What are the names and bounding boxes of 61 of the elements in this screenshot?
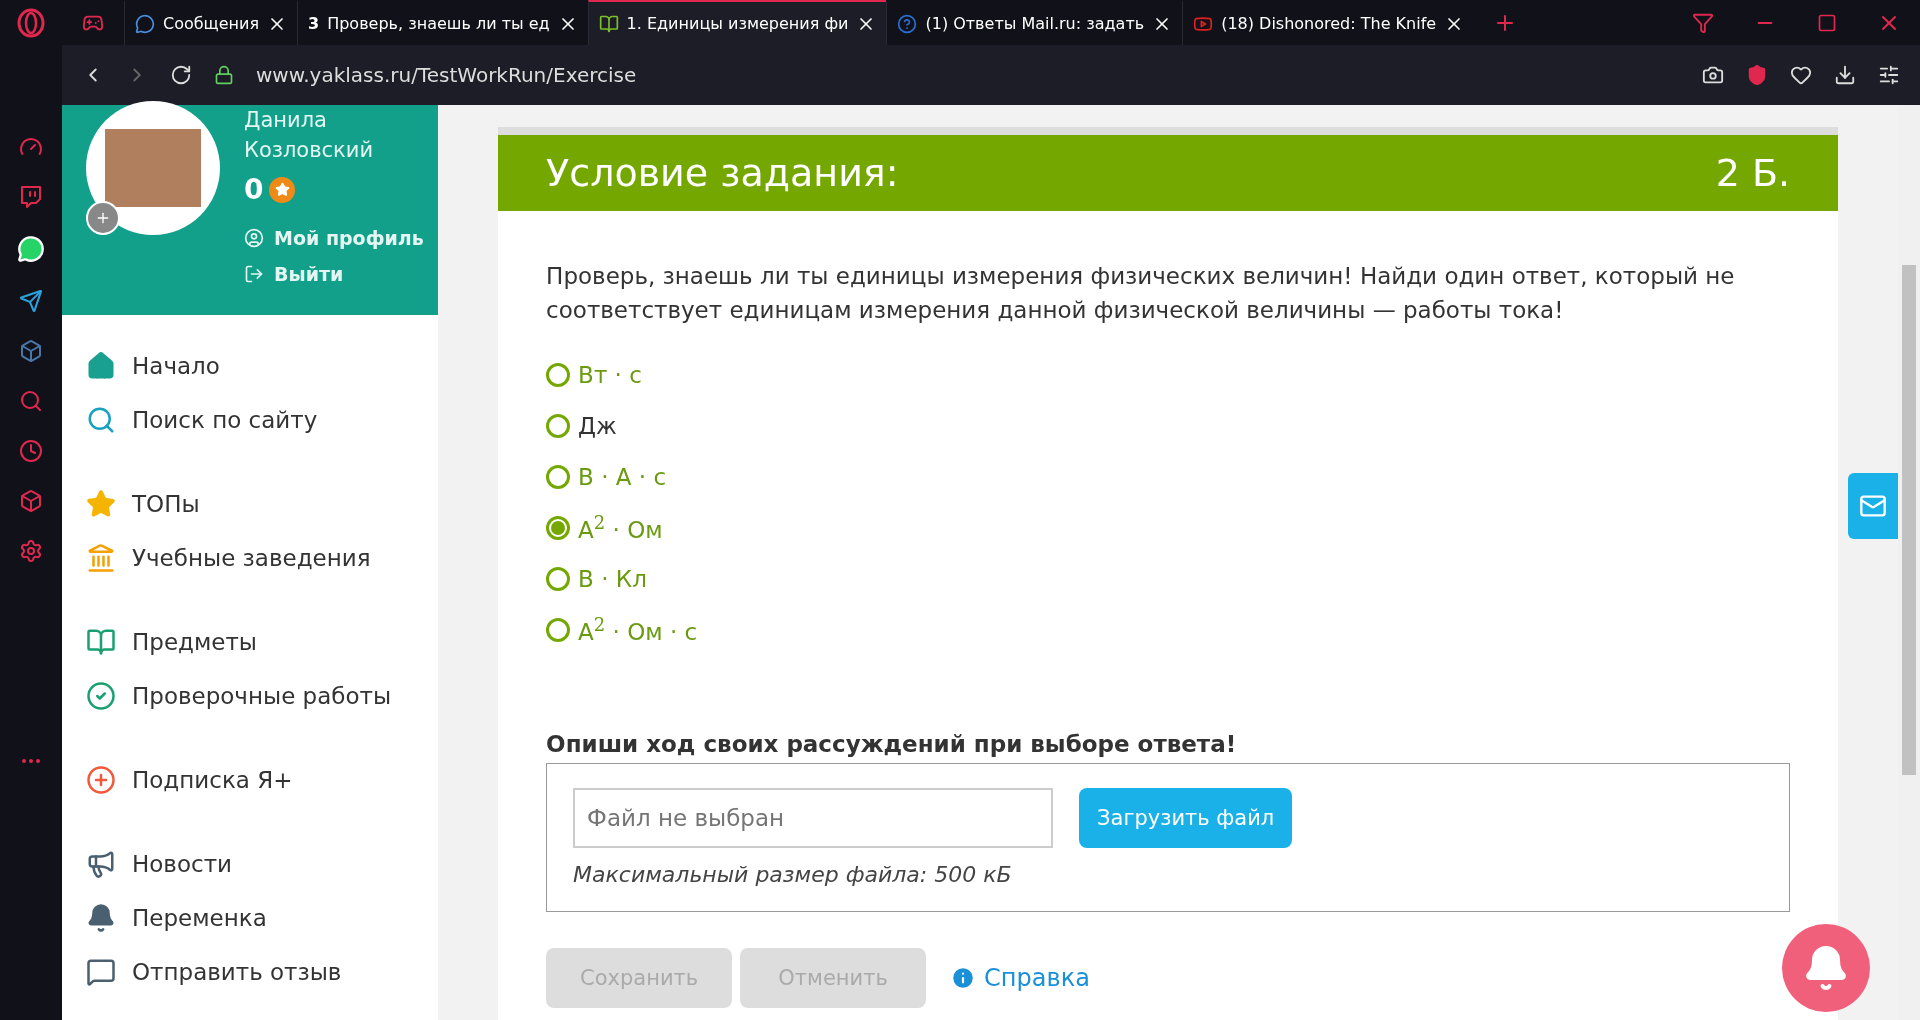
task-title: Условие задания:: [546, 151, 899, 195]
menu-item[interactable]: Переменка: [86, 891, 439, 945]
paper-plane-icon[interactable]: [19, 289, 43, 313]
settings-icon[interactable]: [1878, 64, 1900, 86]
book-icon: [86, 627, 116, 657]
check-icon: [86, 681, 116, 711]
radio-button[interactable]: [546, 413, 571, 438]
menu-item[interactable]: Подписка Я+: [86, 753, 439, 807]
opera-logo-icon[interactable]: [16, 7, 46, 38]
shield-icon[interactable]: [1746, 64, 1768, 86]
cube-icon[interactable]: [19, 489, 43, 513]
menu-item[interactable]: Начало: [86, 339, 439, 393]
download-icon[interactable]: [1834, 64, 1856, 86]
heart-icon[interactable]: [1790, 64, 1812, 86]
radio-button[interactable]: [546, 566, 571, 591]
user-icon: [244, 228, 264, 248]
menu-item[interactable]: Отправить отзыв: [86, 945, 439, 999]
coin-icon: [269, 176, 296, 203]
points-count: 0: [244, 173, 264, 206]
question-icon: [897, 13, 918, 34]
speech-bubble-icon: [86, 957, 116, 987]
radio-button[interactable]: [546, 515, 571, 540]
reload-icon[interactable]: [170, 64, 192, 86]
reasoning-title: Опиши ход своих рассуждений при выборе ответа!: [546, 731, 1238, 757]
menu-item[interactable]: Проверочные работы: [86, 669, 439, 723]
bell-icon: [86, 903, 116, 933]
search-icon: [86, 405, 116, 435]
camera-icon[interactable]: [1702, 64, 1724, 86]
megaphone-icon: [86, 849, 116, 879]
menu-item[interactable]: Предметы: [86, 615, 439, 669]
menu-item[interactable]: Поиск по сайту: [86, 393, 439, 447]
tab-number: 3: [308, 14, 320, 33]
mail-button[interactable]: [1848, 473, 1899, 539]
radio-button[interactable]: [546, 464, 571, 489]
twitch-icon[interactable]: [19, 185, 43, 209]
home-icon: [86, 351, 116, 381]
menu-item[interactable]: ТОПы: [86, 477, 439, 531]
chat-icon: [135, 13, 155, 34]
browser-tab[interactable]: 1. Единицы измерения фи: [587, 0, 887, 45]
lock-icon: [214, 65, 234, 85]
building-icon: [86, 543, 116, 573]
star-icon: [86, 489, 116, 519]
radio-button[interactable]: [546, 617, 571, 642]
filter-icon[interactable]: [1692, 11, 1714, 34]
radio-button[interactable]: [546, 362, 571, 387]
menu-item[interactable]: Учебные заведения: [86, 531, 439, 585]
plus-badge-icon: [86, 765, 116, 795]
book-icon: [598, 13, 619, 34]
scrollbar-thumb[interactable]: [1902, 265, 1917, 775]
file-size-note: Максимальный размер файла: 500 кБ: [573, 862, 1013, 887]
user-first-name: Данила: [244, 107, 328, 134]
chat-icon[interactable]: [17, 235, 45, 263]
restore-icon[interactable]: [1817, 12, 1837, 33]
file-field[interactable]: Файл не выбран: [573, 788, 1054, 848]
answer-option[interactable]: Дж: [546, 400, 1791, 451]
question-text: Проверь, знаешь ли ты единицы измерения физических величин! Найди один ответ, который не соответствует единицам измерения данной физической величины — работы тока!: [546, 262, 1736, 325]
search-icon[interactable]: [19, 389, 43, 413]
clock-icon[interactable]: [19, 439, 43, 463]
user-last-name: Козловский: [244, 137, 375, 164]
menu-item[interactable]: Новости: [86, 837, 439, 891]
task-score: 2 Б.: [1715, 151, 1791, 195]
